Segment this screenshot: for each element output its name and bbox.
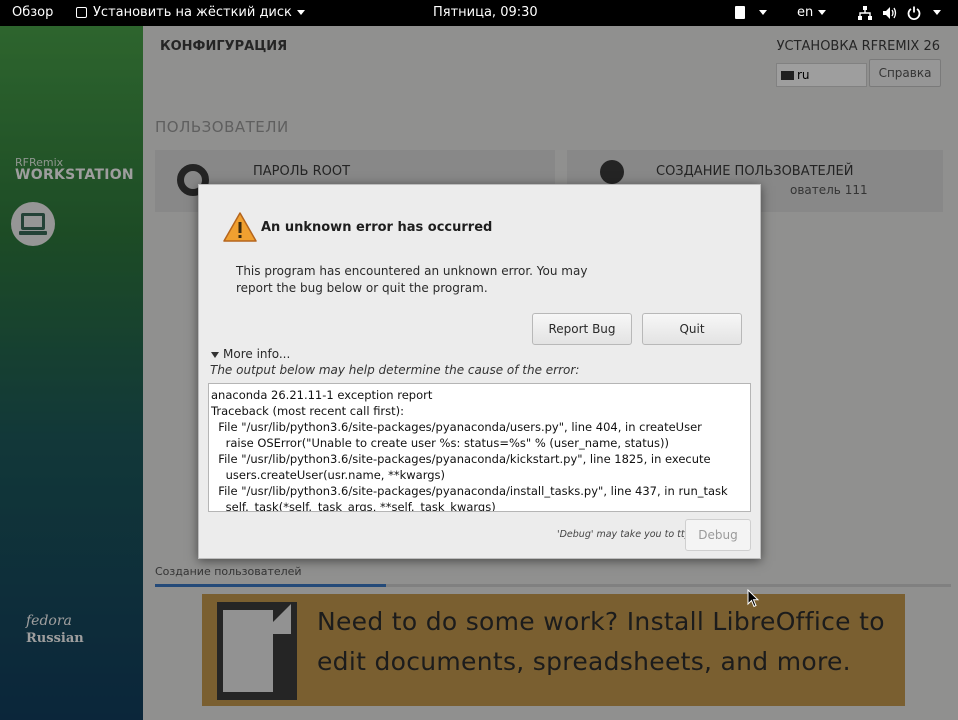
debug-note: 'Debug' may take you to tty1. [557, 529, 700, 540]
more-info-expander[interactable]: More info... [211, 347, 290, 361]
expander-triangle-icon [211, 351, 219, 358]
chevron-down-icon [296, 10, 305, 15]
mouse-cursor-icon [747, 588, 760, 612]
volume-icon [882, 5, 901, 20]
error-dialog: An unknown error has occurred This progr… [198, 184, 761, 559]
language-menu[interactable]: en [797, 0, 827, 26]
traceback-line: File "/usr/lib/python3.6/site-packages/p… [211, 420, 702, 434]
chevron-down-icon [759, 10, 767, 15]
chevron-down-icon [818, 10, 827, 15]
report-bug-button[interactable]: Report Bug [532, 313, 632, 345]
top-bar: Обзор Установить на жёсткий диск Пятница… [0, 0, 958, 26]
activities-button[interactable]: Обзор [12, 0, 53, 26]
dialog-message: This program has encountered an unknown … [236, 264, 588, 295]
chevron-down-icon [933, 10, 942, 15]
network-icon [858, 5, 876, 20]
clipboard-menu[interactable] [735, 0, 767, 26]
traceback-line: raise OSError("Unable to create user %s:… [211, 436, 669, 450]
debug-button[interactable]: Debug [685, 519, 751, 551]
warning-icon [223, 211, 257, 243]
output-hint: The output below may help determine the … [210, 363, 580, 377]
dialog-title: An unknown error has occurred [261, 220, 493, 235]
traceback-line: File "/usr/lib/python3.6/site-packages/p… [211, 484, 728, 498]
traceback-line: File "/usr/lib/python3.6/site-packages/p… [211, 452, 711, 466]
traceback-line: self._task(*self._task_args, **self._tas… [211, 500, 496, 512]
traceback-line: Traceback (most recent call first): [211, 404, 405, 418]
system-menu[interactable] [858, 0, 942, 26]
traceback-line: users.createUser(usr.name, **kwargs) [211, 468, 446, 482]
quit-button[interactable]: Quit [642, 313, 742, 345]
traceback-line: anaconda 26.21.11-1 exception report [211, 388, 433, 402]
power-icon [907, 5, 925, 20]
clipboard-icon [735, 6, 745, 19]
app-menu-icon [76, 7, 87, 18]
traceback-textview[interactable]: anaconda 26.21.11-1 exception report Tra… [208, 383, 751, 512]
clock[interactable]: Пятница, 09:30 [433, 0, 538, 26]
app-menu[interactable]: Установить на жёсткий диск [76, 0, 305, 26]
